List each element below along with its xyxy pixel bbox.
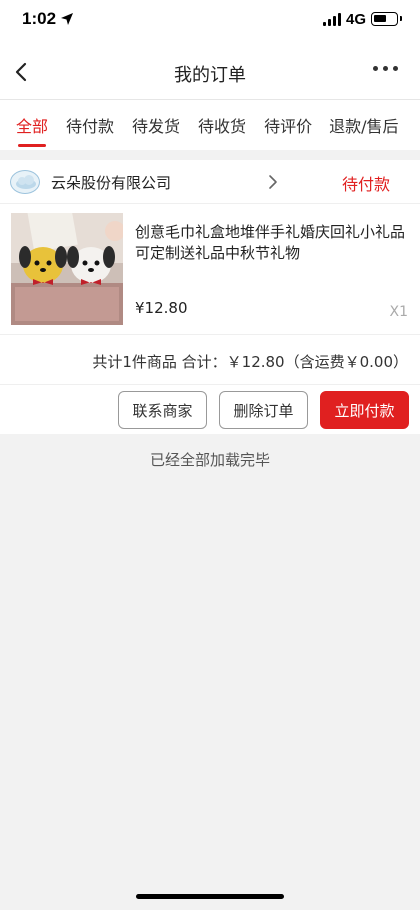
order-tabs: 全部 待付款 待发货 待收货 待评价 退款/售后 (0, 100, 420, 150)
product-image (11, 213, 123, 325)
network-label: 4G (346, 11, 367, 28)
order-summary-row: 共计1件商品 合计：￥12.80（含运费￥0.00） (0, 335, 420, 385)
product-row[interactable]: 创意毛巾礼盒地堆伴手礼婚庆回礼小礼品可定制送礼品中秋节礼物 ¥12.80 X1 (0, 204, 420, 335)
page-title: 我的订单 (174, 65, 246, 86)
order-summary: 共计1件商品 合计：￥12.80（含运费￥0.00） (92, 353, 408, 371)
tab-label: 待付款 (66, 117, 115, 136)
delete-order-button[interactable]: 删除订单 (219, 391, 308, 429)
status-bar: 1:02 4G (0, 0, 420, 44)
shop-row[interactable]: 云朵股份有限公司 待付款 (0, 160, 420, 204)
tab-all[interactable]: 全部 (16, 100, 48, 150)
tab-label: 待评价 (264, 117, 313, 136)
product-quantity: X1 (389, 304, 409, 320)
nav-bar: 我的订单 (0, 44, 420, 100)
tab-pending-review[interactable]: 待评价 (264, 100, 312, 150)
shop-name: 云朵股份有限公司 (51, 174, 172, 192)
tab-pending-payment[interactable]: 待付款 (66, 100, 114, 150)
tab-refund-aftersale[interactable]: 退款/售后 (329, 100, 398, 150)
tab-active-indicator (18, 144, 47, 147)
tab-label: 退款/售后 (329, 117, 399, 136)
tab-label: 全部 (16, 117, 49, 136)
contact-seller-button[interactable]: 联系商家 (118, 391, 207, 429)
chevron-right-icon (269, 175, 277, 189)
battery-icon (371, 12, 402, 26)
order-card: 云朵股份有限公司 待付款 创意毛巾礼盒地堆伴手礼婚庆回礼小礼品可定制送礼品中秋节… (0, 160, 420, 434)
signal-icon (323, 13, 341, 26)
tab-label: 待收货 (198, 117, 247, 136)
tab-pending-shipment[interactable]: 待发货 (132, 100, 180, 150)
tab-pending-receipt[interactable]: 待收货 (198, 100, 246, 150)
order-actions: 联系商家 删除订单 立即付款 (0, 385, 420, 434)
load-complete-text: 已经全部加载完毕 (149, 451, 270, 469)
shop-logo (10, 170, 40, 194)
more-dots-icon[interactable] (373, 66, 398, 71)
location-arrow-icon (61, 13, 73, 25)
product-price: ¥12.80 (135, 299, 188, 317)
product-title: 创意毛巾礼盒地堆伴手礼婚庆回礼小礼品可定制送礼品中秋节礼物 (135, 223, 406, 262)
pay-now-button[interactable]: 立即付款 (320, 391, 409, 429)
tab-label: 待发货 (132, 117, 181, 136)
order-status: 待付款 (341, 175, 390, 194)
home-indicator (136, 894, 284, 899)
status-time: 1:02 (22, 9, 57, 28)
